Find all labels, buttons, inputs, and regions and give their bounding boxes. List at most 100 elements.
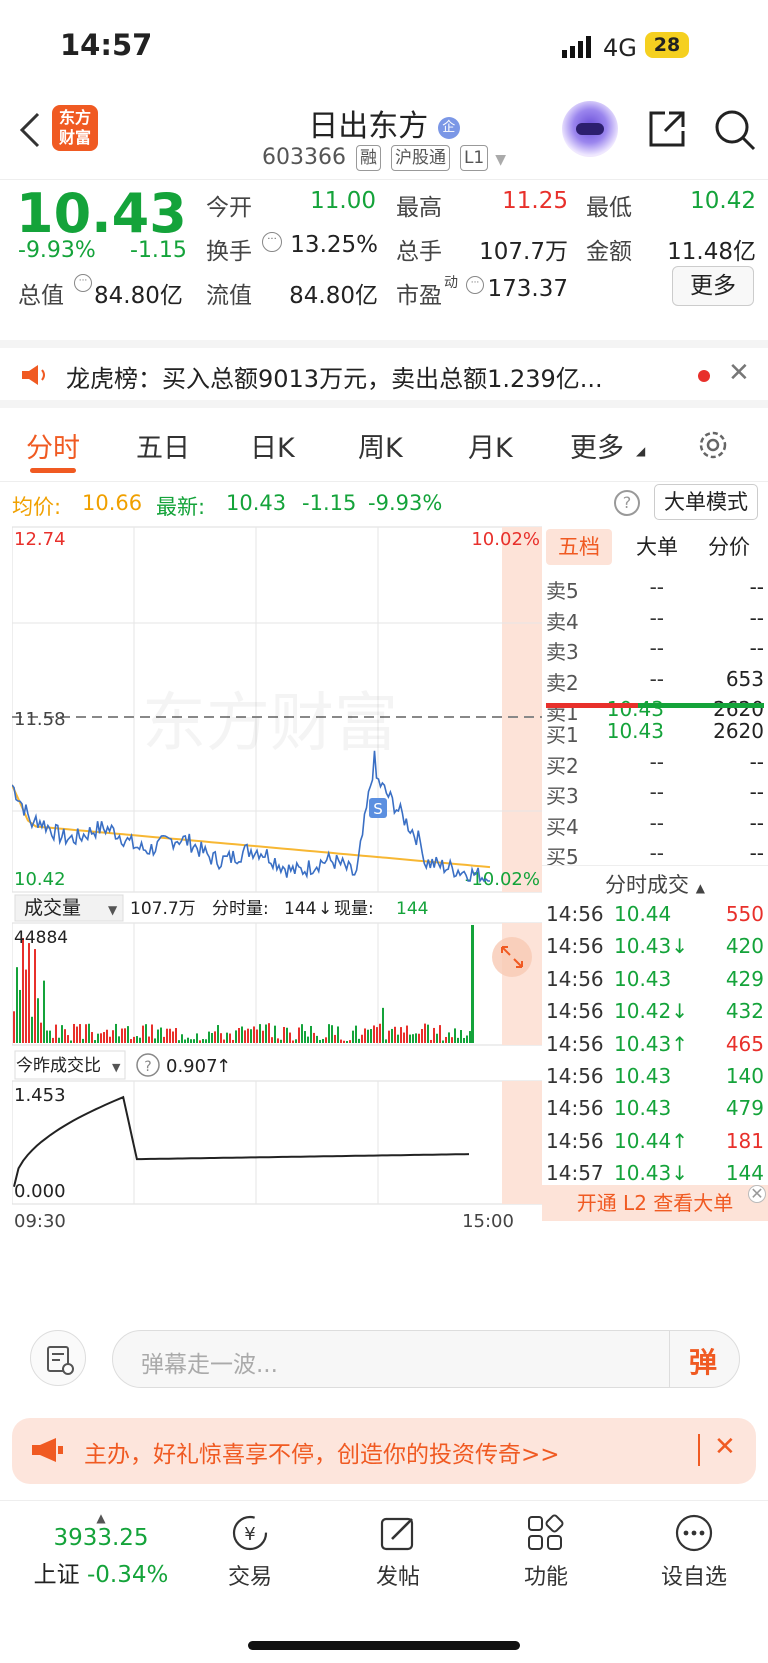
tick-volume: 479 bbox=[725, 1096, 764, 1121]
ticks-header[interactable]: 分时成交 ▲ bbox=[542, 869, 768, 899]
tick-price: 10.42↓ bbox=[614, 999, 689, 1024]
bottom-nav: ▲ 3933.25 上证 -0.34% ¥ 交易 发帖 功能 设自选 bbox=[0, 1500, 768, 1663]
volume-bar bbox=[232, 1039, 234, 1043]
danmaku-input[interactable]: 弹幕走一波... 弹 bbox=[112, 1330, 740, 1388]
l2-link-label: 开通 L2 查看大单 bbox=[576, 1191, 734, 1215]
status-bar: 14:57 4G 28 bbox=[0, 0, 768, 95]
more-button[interactable]: 更多 bbox=[672, 266, 754, 306]
sell-marker-icon[interactable]: S bbox=[369, 798, 387, 818]
tick-row: 14:56 10.43 429 bbox=[542, 965, 768, 997]
nav-trade[interactable]: ¥ 交易 bbox=[190, 1513, 310, 1591]
info-dots-icon[interactable]: ··· bbox=[466, 276, 484, 294]
low-value: 10.42 bbox=[690, 188, 756, 214]
help-icon[interactable]: ? bbox=[614, 490, 640, 516]
nav-functions[interactable]: 功能 bbox=[486, 1513, 606, 1591]
change-pct: -9.93% bbox=[18, 238, 96, 263]
volume-bar bbox=[259, 1024, 261, 1043]
latest-value: 10.43 bbox=[226, 491, 287, 515]
settings-gear-icon[interactable] bbox=[696, 428, 730, 466]
chevron-down-icon[interactable]: ▼ bbox=[495, 152, 506, 168]
close-icon[interactable]: ✕ bbox=[714, 1432, 736, 1462]
tick-volume-label: 分时量: bbox=[212, 899, 269, 919]
volume-bar bbox=[229, 1033, 231, 1043]
tab-weekly-k[interactable]: 周K bbox=[358, 426, 403, 465]
svg-text:?: ? bbox=[144, 1059, 151, 1075]
big-order-mode-button[interactable]: 大单模式 bbox=[654, 484, 758, 520]
float-label: 流值 bbox=[206, 283, 252, 309]
volume-bar bbox=[412, 1034, 414, 1043]
bid-price: -- bbox=[649, 749, 664, 774]
volume-bar bbox=[37, 998, 39, 1043]
volume-bar bbox=[244, 1030, 246, 1043]
intraday-chart[interactable]: 东方财富 12.74 10.02% 11.58 10.42 -10.02% S … bbox=[11, 525, 543, 1305]
volume-bar bbox=[115, 1023, 117, 1043]
comment-bar: 弹幕走一波... 弹 bbox=[0, 1310, 768, 1410]
volume-bar bbox=[100, 1033, 102, 1043]
nav-post[interactable]: 发帖 bbox=[338, 1513, 458, 1591]
volume-bar bbox=[205, 1039, 207, 1043]
ask-volume: -- bbox=[749, 605, 764, 630]
tab-price-dist[interactable]: 分价 bbox=[696, 529, 762, 565]
price-info-line: 均价: 10.66 最新: 10.43 -1.15 -9.93% ? 大单模式 bbox=[0, 482, 768, 524]
l2-upgrade-link[interactable]: 开通 L2 查看大单 bbox=[542, 1185, 768, 1221]
close-icon[interactable]: ✕ bbox=[748, 1185, 766, 1203]
tab-intraday[interactable]: 分时 bbox=[26, 426, 80, 465]
prev-close-label: 11.58 bbox=[14, 709, 66, 730]
volume-bar bbox=[28, 943, 30, 1043]
tab-more[interactable]: 更多 bbox=[570, 426, 624, 465]
tab-level5[interactable]: 五档 bbox=[546, 529, 612, 565]
volume-bar bbox=[241, 1026, 243, 1043]
volume-bar bbox=[268, 1023, 270, 1043]
ask-price: -- bbox=[649, 575, 664, 599]
nav-watchlist[interactable]: 设自选 bbox=[634, 1513, 754, 1591]
volume-bar bbox=[262, 1030, 264, 1043]
volume-bar bbox=[349, 1040, 351, 1043]
tab-big-order[interactable]: 大单 bbox=[624, 529, 690, 565]
volume-bar bbox=[286, 1027, 288, 1043]
robot-avatar-icon[interactable] bbox=[562, 101, 618, 157]
volume-bar bbox=[91, 1032, 93, 1043]
search-icon[interactable] bbox=[714, 109, 756, 155]
volume-bar bbox=[448, 1032, 450, 1043]
nav-watchlist-label: 设自选 bbox=[660, 1565, 727, 1590]
volume-bar bbox=[139, 1037, 141, 1043]
info-dots-icon[interactable]: ··· bbox=[74, 274, 92, 292]
volume-bar bbox=[397, 1034, 399, 1043]
tick-row: 14:56 10.43↓ 420 bbox=[542, 932, 768, 964]
notes-icon[interactable] bbox=[30, 1330, 86, 1386]
danmaku-send-button[interactable]: 弹 bbox=[689, 1341, 717, 1381]
volume-bar bbox=[217, 1025, 219, 1043]
volume-bar bbox=[79, 1024, 81, 1043]
expand-icon[interactable] bbox=[492, 937, 532, 977]
info-dots-icon[interactable]: ··· bbox=[262, 232, 282, 252]
close-icon[interactable]: ✕ bbox=[728, 358, 750, 388]
high-label: 最高 bbox=[396, 195, 442, 221]
volume-bar bbox=[400, 1027, 402, 1043]
index-change: -0.34% bbox=[86, 1562, 169, 1588]
volume-bar bbox=[235, 1030, 237, 1043]
volume-selector-label: 成交量 bbox=[24, 897, 81, 919]
intraday-chart-svg[interactable]: 东方财富 12.74 10.02% 11.58 10.42 -10.02% S … bbox=[11, 525, 543, 1305]
closing-auction-shade bbox=[502, 527, 542, 892]
tick-volume: 144 bbox=[284, 899, 316, 919]
promo-banner[interactable]: 主办，好礼惊喜享不停，创造你的投资传奇>> ✕ bbox=[12, 1418, 756, 1484]
caret-up-icon: ▲ bbox=[96, 1511, 106, 1525]
volume-bar bbox=[196, 1033, 198, 1043]
tab-five-day[interactable]: 五日 bbox=[136, 426, 190, 465]
volume-bar bbox=[421, 1028, 423, 1043]
tick-volume: 420 bbox=[725, 934, 764, 959]
volume-bar bbox=[322, 1038, 324, 1043]
tick-time: 14:56 bbox=[546, 1031, 604, 1056]
tag-connect: 沪股通 bbox=[390, 145, 450, 171]
volume-bar bbox=[331, 1025, 333, 1043]
tab-daily-k[interactable]: 日K bbox=[250, 426, 295, 465]
mktcap-value: 84.80亿 bbox=[94, 283, 183, 309]
volume-bar bbox=[250, 1029, 252, 1043]
tab-monthly-k[interactable]: 月K bbox=[468, 426, 513, 465]
share-icon[interactable] bbox=[647, 109, 687, 153]
index-widget[interactable]: ▲ 3933.25 上证 -0.34% bbox=[16, 1511, 186, 1589]
turnover-label: 换手 bbox=[206, 239, 252, 265]
speaker-icon bbox=[20, 363, 50, 391]
volume-bar bbox=[64, 1029, 66, 1043]
dragon-tiger-banner[interactable]: 龙虎榜：买入总额9013万元，卖出总额1.239亿... ✕ bbox=[0, 340, 768, 408]
